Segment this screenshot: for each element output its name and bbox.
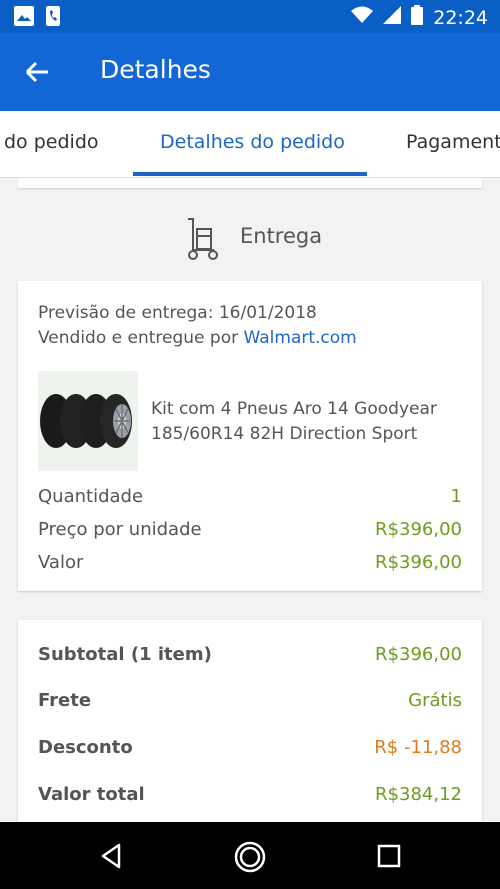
tab-pedido[interactable]: do pedido [4,131,99,153]
row-value: R$396,00 [375,644,462,665]
order-item-card: Previsão de entrega: 16/01/2018 Vendido … [18,281,482,591]
nav-recents-icon[interactable] [374,841,404,871]
app-bar: Detalhes [0,33,500,111]
hand-truck-icon [184,216,220,260]
discount-row: Desconto R$ -11,88 [38,737,462,758]
row-label: Valor [38,552,84,573]
seller-prefix: Vendido e entregue por [38,328,244,348]
delivery-header: Entrega [0,216,500,260]
product-name[interactable]: Kit com 4 Pneus Aro 14 Goodyear 185/60R1… [151,397,471,447]
previous-card-edge [18,178,482,188]
status-time: 22:24 [433,6,488,29]
arrow-back-icon[interactable] [22,57,52,87]
nav-home-icon[interactable] [234,841,266,873]
signal-icon [383,6,402,29]
quantity-row: Quantidade 1 [38,486,462,507]
wifi-icon [351,6,374,29]
row-label: Desconto [38,737,133,758]
delivery-title: Entrega [240,224,323,248]
battery-icon [411,5,424,30]
tab-detalhes-do-pedido[interactable]: Detalhes do pedido [160,131,345,153]
row-value: Grátis [408,690,462,711]
value-row: Valor R$396,00 [38,552,462,573]
delivery-eta: Previsão de entrega: 16/01/2018 [38,303,317,323]
content-scroll[interactable]: Entrega Previsão de entrega: 16/01/2018 … [0,178,500,823]
row-label: Frete [38,690,92,711]
row-label: Valor total [38,784,145,805]
seller-link[interactable]: Walmart.com [244,328,357,348]
row-value: R$384,12 [375,784,462,805]
tab-bar: do pedido Detalhes do pedido Pagament [0,111,500,178]
total-row: Valor total R$384,12 [38,784,462,805]
shipping-row: Frete Grátis [38,690,462,711]
tab-pagamento[interactable]: Pagament [406,131,500,153]
row-value: R$ -11,88 [374,737,462,758]
row-value: R$396,00 [375,552,462,573]
order-summary-card: Subtotal (1 item) R$396,00 Frete Grátis … [18,620,482,823]
page-title: Detalhes [100,55,211,84]
row-label: Preço por unidade [38,519,202,540]
image-icon [14,6,34,26]
subtotal-row: Subtotal (1 item) R$396,00 [38,644,462,665]
unit-price-row: Preço por unidade R$396,00 [38,519,462,540]
status-bar: 22:24 [0,0,500,33]
row-value: 1 [450,486,462,507]
row-label: Quantidade [38,486,144,507]
nav-back-icon[interactable] [97,841,127,871]
phone-icon [46,6,60,26]
system-nav-bar [0,822,500,889]
row-value: R$396,00 [375,519,462,540]
seller-line: Vendido e entregue por Walmart.com [38,328,357,348]
product-image[interactable] [38,371,138,471]
row-label: Subtotal (1 item) [38,644,212,665]
tab-indicator [133,172,367,176]
